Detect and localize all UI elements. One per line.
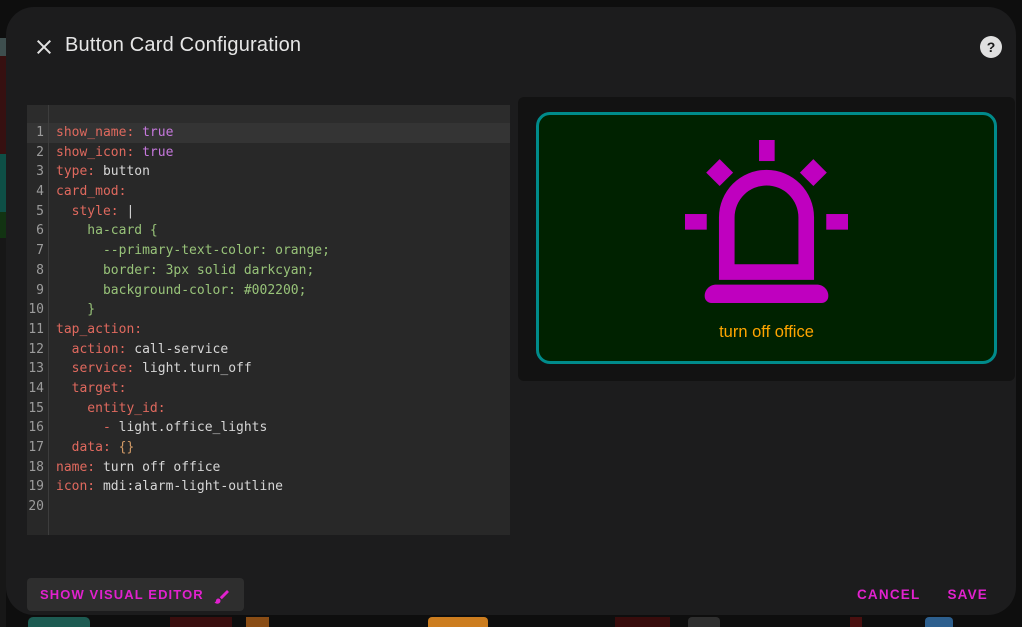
backdrop-patch — [850, 617, 862, 627]
screen: Button Card Configuration ? 1show_name: … — [0, 0, 1022, 627]
code-line[interactable]: 17 data: {} — [27, 438, 510, 458]
cancel-button[interactable]: CANCEL — [857, 587, 920, 602]
code-line[interactable]: 14 target: — [27, 379, 510, 399]
line-number: 16 — [27, 418, 48, 438]
code-line[interactable]: 1show_name: true — [27, 123, 510, 143]
line-number: 9 — [27, 281, 48, 301]
show-visual-editor-button[interactable]: SHOW VISUAL EDITOR — [27, 578, 244, 611]
backdrop-patch — [170, 617, 232, 627]
code-line[interactable]: 10 } — [27, 300, 510, 320]
line-number: 2 — [27, 143, 48, 163]
alarm-light-outline-icon — [685, 140, 848, 303]
code-text: style: | — [48, 202, 134, 222]
code-text: entity_id: — [48, 399, 166, 419]
code-text: service: light.turn_off — [48, 359, 252, 379]
code-text: border: 3px solid darkcyan; — [48, 261, 314, 281]
line-number: 12 — [27, 340, 48, 360]
close-button[interactable] — [32, 35, 56, 59]
code-text: show_name: true — [48, 123, 173, 143]
line-number: 7 — [27, 241, 48, 261]
code-line[interactable]: 3type: button — [27, 162, 510, 182]
code-line[interactable]: 12 action: call-service — [27, 340, 510, 360]
card-name: turn off office — [719, 323, 814, 342]
code-line[interactable]: 13 service: light.turn_off — [27, 359, 510, 379]
code-text: action: call-service — [48, 340, 228, 360]
backdrop-patch — [615, 617, 670, 627]
backdrop-patch — [925, 617, 953, 627]
code-text: data: {} — [48, 438, 134, 458]
code-line[interactable]: 8 border: 3px solid darkcyan; — [27, 261, 510, 281]
code-text: card_mod: — [48, 182, 126, 202]
code-text: type: button — [48, 162, 150, 182]
code-lines: 1show_name: true2show_icon: true3type: b… — [27, 123, 510, 517]
line-number: 11 — [27, 320, 48, 340]
help-button[interactable]: ? — [980, 36, 1002, 58]
dialog-actions: CANCEL SAVE — [857, 578, 988, 611]
code-text: tap_action: — [48, 320, 142, 340]
code-line[interactable]: 15 entity_id: — [27, 399, 510, 419]
line-number: 1 — [27, 123, 48, 143]
code-line[interactable]: 16 - light.office_lights — [27, 418, 510, 438]
button-card-config-dialog: Button Card Configuration ? 1show_name: … — [6, 7, 1016, 615]
code-text: } — [48, 300, 95, 320]
line-number: 19 — [27, 477, 48, 497]
code-text: name: turn off office — [48, 458, 220, 478]
code-line[interactable]: 19icon: mdi:alarm-light-outline — [27, 477, 510, 497]
code-text: --primary-text-color: orange; — [48, 241, 330, 261]
code-text: target: — [48, 379, 126, 399]
backdrop-patch — [688, 617, 720, 627]
code-line[interactable]: 18name: turn off office — [27, 458, 510, 478]
code-text: show_icon: true — [48, 143, 173, 163]
line-number: 5 — [27, 202, 48, 222]
dialog-title: Button Card Configuration — [65, 34, 301, 57]
code-line[interactable]: 20 — [27, 497, 510, 517]
backdrop-patch — [28, 617, 90, 627]
line-number: 8 — [27, 261, 48, 281]
line-number: 15 — [27, 399, 48, 419]
brush-icon — [213, 588, 231, 606]
code-line[interactable]: 9 background-color: #002200; — [27, 281, 510, 301]
card-preview-panel: turn off office — [518, 97, 1015, 381]
line-number: 20 — [27, 497, 48, 517]
code-line[interactable]: 4card_mod: — [27, 182, 510, 202]
editor-top-padding — [27, 105, 510, 123]
code-text — [48, 497, 56, 517]
show-visual-editor-label: SHOW VISUAL EDITOR — [40, 587, 204, 602]
save-button[interactable]: SAVE — [947, 587, 988, 602]
line-number: 17 — [27, 438, 48, 458]
code-line[interactable]: 7 --primary-text-color: orange; — [27, 241, 510, 261]
code-line[interactable]: 5 style: | — [27, 202, 510, 222]
line-number: 18 — [27, 458, 48, 478]
line-number: 13 — [27, 359, 48, 379]
code-line[interactable]: 6 ha-card { — [27, 221, 510, 241]
code-text: icon: mdi:alarm-light-outline — [48, 477, 283, 497]
line-number: 4 — [27, 182, 48, 202]
close-icon — [32, 35, 56, 59]
line-number: 6 — [27, 221, 48, 241]
backdrop-patch — [246, 617, 269, 627]
line-number: 10 — [27, 300, 48, 320]
code-text: background-color: #002200; — [48, 281, 306, 301]
preview-button-card[interactable]: turn off office — [536, 112, 997, 364]
line-number: 14 — [27, 379, 48, 399]
line-number: 3 — [27, 162, 48, 182]
code-line[interactable]: 2show_icon: true — [27, 143, 510, 163]
help-icon: ? — [987, 39, 996, 55]
code-text: - light.office_lights — [48, 418, 267, 438]
code-text: ha-card { — [48, 221, 158, 241]
code-line[interactable]: 11tap_action: — [27, 320, 510, 340]
yaml-code-editor[interactable]: 1show_name: true2show_icon: true3type: b… — [27, 105, 510, 535]
backdrop-patch — [428, 617, 488, 627]
